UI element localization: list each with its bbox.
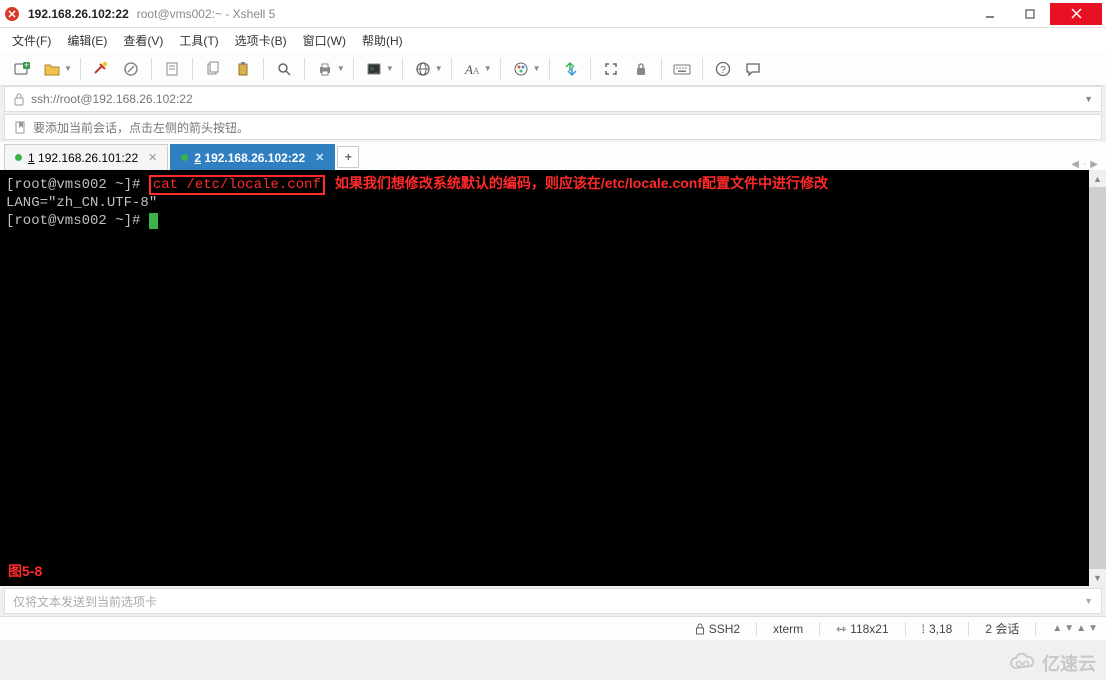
tab-session-1[interactable]: 1 192.168.26.101:22 ✕ bbox=[4, 144, 168, 170]
dropdown-icon[interactable]: ▼ bbox=[435, 64, 443, 73]
status-dot-icon bbox=[181, 154, 188, 161]
cursor-pos-icon: ⁞ bbox=[922, 622, 925, 636]
annotation-text: 如果我们想修改系统默认的编码，则应该在/etc/locale.conf配置文件中… bbox=[335, 175, 828, 191]
status-dot-icon bbox=[15, 154, 22, 161]
figure-label: 图5-8 bbox=[8, 562, 42, 580]
send-placeholder: 仅将文本发送到当前选项卡 bbox=[13, 593, 157, 610]
highlighted-command: cat /etc/locale.conf bbox=[149, 175, 325, 195]
keyboard-icon[interactable] bbox=[668, 55, 696, 83]
transfer-icon[interactable] bbox=[556, 55, 584, 83]
dropdown-icon[interactable]: ▼ bbox=[1084, 596, 1093, 606]
copy-icon[interactable] bbox=[199, 55, 227, 83]
watermark: 亿速云 bbox=[1008, 650, 1096, 676]
tab-nav-arrows[interactable]: ◀·▶ bbox=[1071, 159, 1102, 170]
terminal-prompt: [root@vms002 ~]# bbox=[6, 177, 149, 193]
terminal-container: [root@vms002 ~]# cat /etc/locale.conf 如果我… bbox=[0, 170, 1106, 586]
lock-icon bbox=[695, 623, 705, 635]
menu-help[interactable]: 帮助(H) bbox=[362, 32, 403, 49]
close-button[interactable] bbox=[1050, 3, 1102, 25]
menu-view[interactable]: 查看(V) bbox=[123, 32, 163, 49]
menu-tabs[interactable]: 选项卡(B) bbox=[235, 32, 287, 49]
watermark-text: 亿速云 bbox=[1042, 650, 1096, 676]
menu-file[interactable]: 文件(F) bbox=[12, 32, 51, 49]
menu-bar: 文件(F) 编辑(E) 查看(V) 工具(T) 选项卡(B) 窗口(W) 帮助(… bbox=[0, 28, 1106, 52]
terminal-output: LANG="zh_CN.UTF-8" bbox=[6, 195, 157, 211]
cloud-icon bbox=[1008, 653, 1038, 673]
bookmark-icon[interactable] bbox=[13, 120, 27, 134]
lock-icon bbox=[13, 92, 25, 106]
svg-text:?: ? bbox=[720, 65, 726, 76]
scroll-up-icon[interactable]: ▲ bbox=[1089, 170, 1106, 187]
window-title: 192.168.26.102:22 bbox=[28, 7, 129, 21]
paste-icon[interactable] bbox=[229, 55, 257, 83]
close-icon[interactable]: ✕ bbox=[148, 151, 157, 164]
scroll-down-icon[interactable]: ▼ bbox=[1089, 569, 1106, 586]
scroll-track[interactable] bbox=[1089, 187, 1106, 569]
terminal-prompt: [root@vms002 ~]# bbox=[6, 213, 149, 229]
open-session-icon[interactable] bbox=[38, 55, 66, 83]
maximize-button[interactable] bbox=[1010, 3, 1050, 25]
address-bar[interactable]: ssh://root@192.168.26.102:22 ▼ bbox=[4, 86, 1102, 112]
send-input[interactable]: 仅将文本发送到当前选项卡 ▼ bbox=[4, 588, 1102, 614]
close-icon[interactable]: ✕ bbox=[315, 151, 324, 164]
dropdown-icon[interactable]: ▼ bbox=[533, 64, 541, 73]
status-bar: SSH2 xterm ⇿ 118x21 ⁞ 3,18 2 会话 ▲▼▲▼ bbox=[0, 616, 1106, 640]
dropdown-icon[interactable]: ▼ bbox=[64, 64, 72, 73]
svg-text:+: + bbox=[24, 60, 29, 69]
svg-text:>_: >_ bbox=[370, 65, 379, 73]
disconnect-icon[interactable] bbox=[117, 55, 145, 83]
size-icon: ⇿ bbox=[836, 622, 846, 636]
lock-icon[interactable] bbox=[627, 55, 655, 83]
svg-text:A: A bbox=[473, 66, 480, 76]
chat-icon[interactable] bbox=[739, 55, 767, 83]
menu-edit[interactable]: 编辑(E) bbox=[67, 32, 107, 49]
status-nav-arrows[interactable]: ▲▼▲▼ bbox=[1052, 623, 1098, 634]
help-icon[interactable]: ? bbox=[709, 55, 737, 83]
color-icon[interactable] bbox=[507, 55, 535, 83]
toolbar: + ▼ ▼ >_ ▼ ▼ AA ▼ ▼ ? bbox=[0, 52, 1106, 86]
window-subtitle: root@vms002:~ - Xshell 5 bbox=[137, 7, 276, 21]
hint-bar: 要添加当前会话，点击左侧的箭头按钮。 bbox=[4, 114, 1102, 140]
tab-session-2[interactable]: 2 192.168.26.102:22 ✕ bbox=[170, 144, 335, 170]
svg-text:A: A bbox=[464, 62, 473, 77]
terminal[interactable]: [root@vms002 ~]# cat /etc/locale.conf 如果我… bbox=[0, 170, 1089, 586]
new-session-icon[interactable]: + bbox=[8, 55, 36, 83]
address-text: ssh://root@192.168.26.102:22 bbox=[31, 92, 193, 106]
fullscreen-icon[interactable] bbox=[597, 55, 625, 83]
status-sessions: 2 会话 bbox=[985, 620, 1019, 637]
scrollbar[interactable]: ▲ ▼ bbox=[1089, 170, 1106, 586]
dropdown-icon[interactable]: ▼ bbox=[1084, 94, 1093, 104]
hint-text: 要添加当前会话，点击左侧的箭头按钮。 bbox=[33, 119, 249, 136]
terminal-icon[interactable]: >_ bbox=[360, 55, 388, 83]
globe-icon[interactable] bbox=[409, 55, 437, 83]
tab-num: 1 bbox=[28, 151, 35, 165]
tab-strip: 1 192.168.26.101:22 ✕ 2 192.168.26.102:2… bbox=[0, 142, 1106, 170]
menu-window[interactable]: 窗口(W) bbox=[303, 32, 346, 49]
dropdown-icon[interactable]: ▼ bbox=[337, 64, 345, 73]
search-icon[interactable] bbox=[270, 55, 298, 83]
status-protocol: SSH2 bbox=[695, 622, 740, 636]
title-bar: 192.168.26.102:22 root@vms002:~ - Xshell… bbox=[0, 0, 1106, 28]
menu-tools[interactable]: 工具(T) bbox=[179, 32, 218, 49]
status-term: xterm bbox=[773, 622, 803, 636]
tab-label: 192.168.26.102:22 bbox=[204, 151, 305, 165]
print-icon[interactable] bbox=[311, 55, 339, 83]
cursor-icon bbox=[149, 213, 158, 229]
app-icon bbox=[4, 6, 20, 22]
font-icon[interactable]: AA bbox=[458, 55, 486, 83]
dropdown-icon[interactable]: ▼ bbox=[484, 64, 492, 73]
add-tab-button[interactable]: + bbox=[337, 146, 359, 168]
status-cursor: ⁞ 3,18 bbox=[922, 622, 953, 636]
status-size: ⇿ 118x21 bbox=[836, 622, 889, 636]
dropdown-icon[interactable]: ▼ bbox=[386, 64, 394, 73]
minimize-button[interactable] bbox=[970, 3, 1010, 25]
tab-label: 192.168.26.101:22 bbox=[38, 151, 138, 165]
tab-num: 2 bbox=[194, 151, 201, 165]
connect-icon[interactable] bbox=[87, 55, 115, 83]
properties-icon[interactable] bbox=[158, 55, 186, 83]
